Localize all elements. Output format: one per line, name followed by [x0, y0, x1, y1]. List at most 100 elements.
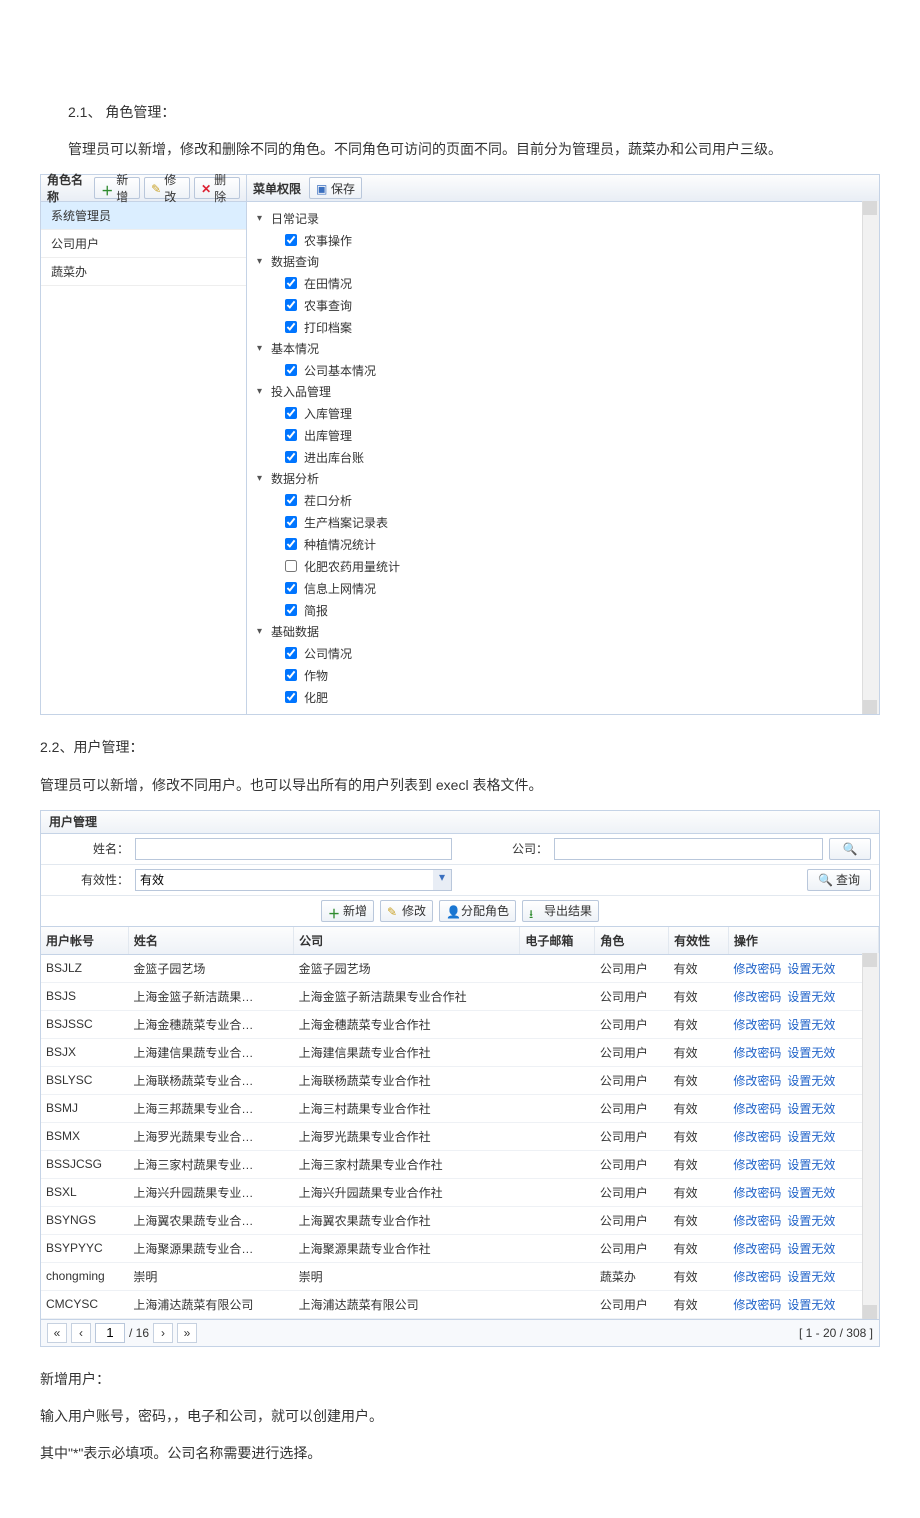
- tree-checkbox[interactable]: [285, 604, 297, 616]
- pager-next-button[interactable]: ›: [153, 1323, 173, 1343]
- table-row[interactable]: BSJX上海建信果蔬专业合…上海建信果蔬专业合作社公司用户有效修改密码设置无效: [41, 1038, 879, 1066]
- role-list-item[interactable]: 公司用户: [41, 230, 246, 258]
- tree-checkbox[interactable]: [285, 516, 297, 528]
- tree-checkbox[interactable]: [285, 669, 297, 681]
- add-user-button[interactable]: ＋ 新增: [321, 900, 374, 922]
- set-invalid-link[interactable]: 设置无效: [787, 1018, 835, 1032]
- table-row[interactable]: BSYNGS上海翼农果蔬专业合…上海翼农果蔬专业合作社公司用户有效修改密码设置无…: [41, 1206, 879, 1234]
- tree-node[interactable]: ▾数据查询: [257, 251, 869, 272]
- tree-node[interactable]: 种植情况统计: [281, 533, 869, 555]
- tree-node[interactable]: ▾基础数据: [257, 621, 869, 642]
- table-row[interactable]: BSJSSC上海金穗蔬菜专业合…上海金穗蔬菜专业合作社公司用户有效修改密码设置无…: [41, 1010, 879, 1038]
- tree-node[interactable]: 进出库台账: [281, 446, 869, 468]
- tree-node[interactable]: ▾投入品管理: [257, 381, 869, 402]
- set-invalid-link[interactable]: 设置无效: [787, 1102, 835, 1116]
- pager-page-input[interactable]: [95, 1323, 125, 1343]
- tree-checkbox[interactable]: [285, 560, 297, 572]
- tree-checkbox[interactable]: [285, 538, 297, 550]
- assign-role-button[interactable]: 👤 分配角色: [439, 900, 516, 922]
- change-password-link[interactable]: 修改密码: [733, 1242, 781, 1256]
- change-password-link[interactable]: 修改密码: [733, 990, 781, 1004]
- set-invalid-link[interactable]: 设置无效: [787, 1074, 835, 1088]
- change-password-link[interactable]: 修改密码: [733, 1270, 781, 1284]
- tree-node[interactable]: 生产档案记录表: [281, 511, 869, 533]
- search-button[interactable]: 🔍 查询: [807, 869, 871, 891]
- table-row[interactable]: BSJLZ金篮子园艺场金篮子园艺场公司用户有效修改密码设置无效: [41, 954, 879, 982]
- tree-node[interactable]: 农事查询: [281, 294, 869, 316]
- table-row[interactable]: BSMX上海罗光蔬果专业合…上海罗光蔬果专业合作社公司用户有效修改密码设置无效: [41, 1122, 879, 1150]
- change-password-link[interactable]: 修改密码: [733, 1018, 781, 1032]
- role-list-item[interactable]: 系统管理员: [41, 202, 246, 230]
- tree-checkbox[interactable]: [285, 647, 297, 659]
- tree-node[interactable]: ▾基本情况: [257, 338, 869, 359]
- change-password-link[interactable]: 修改密码: [733, 1046, 781, 1060]
- tree-node[interactable]: 打印档案: [281, 316, 869, 338]
- tree-node[interactable]: 公司情况: [281, 642, 869, 664]
- set-invalid-link[interactable]: 设置无效: [787, 962, 835, 976]
- tree-node[interactable]: 作物: [281, 664, 869, 686]
- tree-scrollbar[interactable]: [862, 201, 879, 714]
- set-invalid-link[interactable]: 设置无效: [787, 1298, 835, 1312]
- change-password-link[interactable]: 修改密码: [733, 1298, 781, 1312]
- filter-validity-select[interactable]: ▾: [135, 869, 452, 891]
- set-invalid-link[interactable]: 设置无效: [787, 1046, 835, 1060]
- set-invalid-link[interactable]: 设置无效: [787, 990, 835, 1004]
- tree-node[interactable]: 出库管理: [281, 424, 869, 446]
- tree-checkbox[interactable]: [285, 299, 297, 311]
- table-row[interactable]: BSLYSC上海联杨蔬菜专业合…上海联杨蔬菜专业合作社公司用户有效修改密码设置无…: [41, 1066, 879, 1094]
- table-row[interactable]: BSJS上海金篮子新洁蔬果…上海金篮子新洁蔬果专业合作社公司用户有效修改密码设置…: [41, 982, 879, 1010]
- tree-node[interactable]: 入库管理: [281, 402, 869, 424]
- table-row[interactable]: CMCYSC上海浦达蔬菜有限公司上海浦达蔬菜有限公司公司用户有效修改密码设置无效: [41, 1290, 879, 1318]
- tree-checkbox[interactable]: [285, 429, 297, 441]
- change-password-link[interactable]: 修改密码: [733, 1186, 781, 1200]
- tree-node[interactable]: ▾数据分析: [257, 468, 869, 489]
- table-row[interactable]: BSXL上海兴升园蔬果专业…上海兴升园蔬果专业合作社公司用户有效修改密码设置无效: [41, 1178, 879, 1206]
- add-role-button[interactable]: ＋ 新增: [94, 177, 140, 199]
- tree-checkbox[interactable]: [285, 364, 297, 376]
- tree-checkbox[interactable]: [285, 407, 297, 419]
- export-button[interactable]: ⭳ 导出结果: [522, 900, 599, 922]
- tree-node[interactable]: ▾日常记录: [257, 208, 869, 229]
- table-row[interactable]: BSSJCSG上海三家村蔬果专业…上海三家村蔬果专业合作社公司用户有效修改密码设…: [41, 1150, 879, 1178]
- role-list-item[interactable]: 蔬菜办: [41, 258, 246, 286]
- change-password-link[interactable]: 修改密码: [733, 1130, 781, 1144]
- tree-checkbox[interactable]: [285, 451, 297, 463]
- tree-node[interactable]: 在田情况: [281, 272, 869, 294]
- tree-checkbox[interactable]: [285, 321, 297, 333]
- tree-node[interactable]: 简报: [281, 599, 869, 621]
- tree-checkbox[interactable]: [285, 691, 297, 703]
- change-password-link[interactable]: 修改密码: [733, 1102, 781, 1116]
- set-invalid-link[interactable]: 设置无效: [787, 1214, 835, 1228]
- tree-node[interactable]: 农事操作: [281, 229, 869, 251]
- pager-first-button[interactable]: «: [47, 1323, 67, 1343]
- change-password-link[interactable]: 修改密码: [733, 962, 781, 976]
- change-password-link[interactable]: 修改密码: [733, 1214, 781, 1228]
- tree-node[interactable]: 信息上网情况: [281, 577, 869, 599]
- set-invalid-link[interactable]: 设置无效: [787, 1158, 835, 1172]
- tree-checkbox[interactable]: [285, 234, 297, 246]
- edit-user-button[interactable]: ✎ 修改: [380, 900, 433, 922]
- set-invalid-link[interactable]: 设置无效: [787, 1242, 835, 1256]
- tree-node[interactable]: 化肥农药用量统计: [281, 555, 869, 577]
- tree-node[interactable]: 公司基本情况: [281, 359, 869, 381]
- table-row[interactable]: chongming崇明崇明蔬菜办有效修改密码设置无效: [41, 1262, 879, 1290]
- tree-checkbox[interactable]: [285, 277, 297, 289]
- tree-node[interactable]: 茬口分析: [281, 489, 869, 511]
- edit-role-button[interactable]: ✎ 修改: [144, 177, 190, 199]
- filter-company-input[interactable]: [554, 838, 823, 860]
- pager-prev-button[interactable]: ‹: [71, 1323, 91, 1343]
- tree-checkbox[interactable]: [285, 494, 297, 506]
- change-password-link[interactable]: 修改密码: [733, 1074, 781, 1088]
- filter-name-input[interactable]: [135, 838, 452, 860]
- table-row[interactable]: BSMJ上海三邦蔬果专业合…上海三村蔬果专业合作社公司用户有效修改密码设置无效: [41, 1094, 879, 1122]
- delete-role-button[interactable]: ✕ 删除: [194, 177, 240, 199]
- company-lookup-button[interactable]: 🔍: [829, 838, 871, 860]
- set-invalid-link[interactable]: 设置无效: [787, 1270, 835, 1284]
- save-perm-button[interactable]: ▣ 保存: [309, 177, 362, 199]
- tree-node[interactable]: 化肥: [281, 686, 869, 708]
- pager-last-button[interactable]: »: [177, 1323, 197, 1343]
- tree-checkbox[interactable]: [285, 582, 297, 594]
- table-scrollbar[interactable]: [862, 953, 879, 1319]
- table-row[interactable]: BSYPYYC上海聚源果蔬专业合…上海聚源果蔬专业合作社公司用户有效修改密码设置…: [41, 1234, 879, 1262]
- set-invalid-link[interactable]: 设置无效: [787, 1186, 835, 1200]
